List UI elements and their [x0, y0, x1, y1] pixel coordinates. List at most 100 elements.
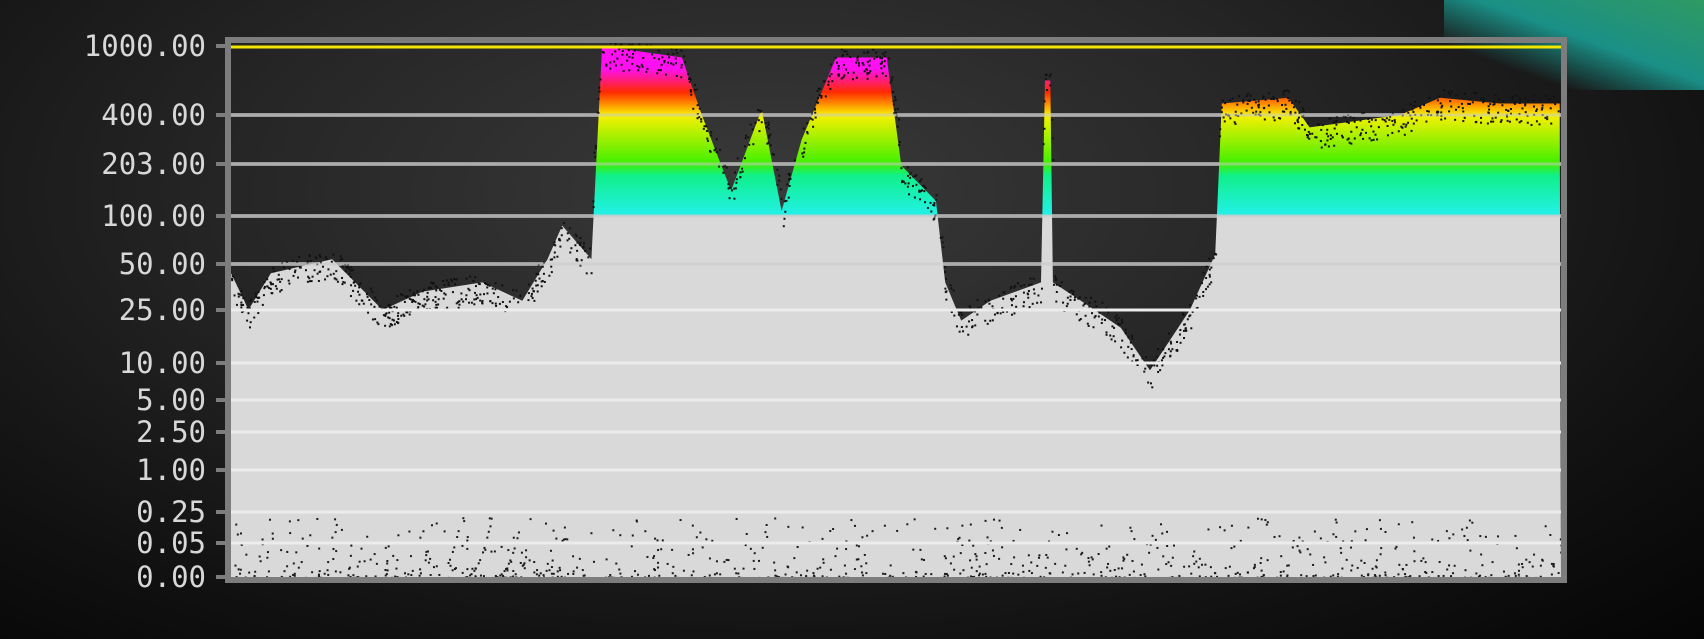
- waveform-speck: [942, 246, 945, 249]
- shadow-speck: [1193, 562, 1196, 565]
- waveform-speck: [894, 108, 897, 111]
- shadow-speck: [425, 550, 428, 553]
- shadow-speck: [462, 517, 465, 520]
- waveform-speck: [1083, 302, 1086, 305]
- waveform-speck: [1088, 305, 1091, 308]
- waveform-speck: [1285, 107, 1288, 110]
- shadow-speck: [871, 530, 874, 533]
- waveform-speck: [996, 311, 999, 314]
- waveform-speck: [1494, 94, 1497, 97]
- waveform-speck: [1027, 296, 1030, 299]
- waveform-speck: [1546, 118, 1549, 121]
- waveform-speck: [358, 293, 361, 296]
- shadow-speck: [311, 571, 314, 574]
- waveform-speck: [566, 239, 569, 242]
- waveform-speck: [1526, 121, 1529, 124]
- y-tick-label: 1.00: [136, 453, 206, 487]
- waveform-speck: [374, 296, 377, 299]
- shadow-speck: [1365, 528, 1368, 531]
- shadow-speck: [1227, 574, 1230, 577]
- waveform-speck: [538, 277, 541, 280]
- shadow-speck: [1413, 550, 1416, 553]
- waveform-speck: [530, 292, 533, 295]
- shadow-speck: [1233, 545, 1236, 548]
- shadow-speck: [1345, 558, 1348, 561]
- shadow-speck: [1312, 563, 1315, 566]
- shadow-speck: [1296, 545, 1299, 548]
- shadow-speck: [774, 517, 777, 520]
- waveform-speck: [688, 78, 691, 81]
- waveform-speck: [1511, 97, 1514, 100]
- waveform-speck: [747, 136, 750, 139]
- waveform-speck: [1190, 327, 1193, 330]
- shadow-speck: [471, 567, 474, 570]
- waveform-speck: [1072, 290, 1075, 293]
- shadow-speck: [432, 566, 435, 569]
- waveform-speck: [856, 59, 859, 62]
- waveform-speck: [341, 283, 344, 286]
- shadow-speck: [1484, 535, 1487, 538]
- waveform-speck: [491, 287, 494, 290]
- waveform-speck: [278, 278, 281, 281]
- shadow-speck: [1374, 565, 1377, 568]
- shadow-speck: [269, 518, 272, 521]
- shadow-speck: [866, 534, 869, 537]
- shadow-speck: [735, 572, 738, 575]
- shadow-speck: [1544, 525, 1547, 528]
- waveform-speck: [266, 278, 269, 281]
- waveform-speck: [1205, 277, 1208, 280]
- shadow-speck: [1219, 526, 1222, 529]
- shadow-speck: [239, 568, 242, 571]
- waveform-speck: [580, 259, 583, 262]
- waveform-speck: [888, 57, 891, 60]
- waveform-speck: [1340, 134, 1343, 137]
- waveform-speck: [739, 171, 742, 174]
- waveform-speck: [474, 285, 477, 288]
- shadow-speck: [447, 562, 450, 565]
- waveform-speck: [778, 179, 781, 182]
- waveform-speck: [788, 184, 791, 187]
- waveform-speck: [1374, 133, 1377, 136]
- waveform-speck: [1524, 111, 1527, 114]
- waveform-speck: [397, 321, 400, 324]
- shadow-speck: [795, 571, 798, 574]
- waveform-speck: [971, 325, 974, 328]
- shadow-speck: [658, 574, 661, 577]
- shadow-speck: [1128, 573, 1131, 576]
- waveform-speck: [1109, 334, 1112, 337]
- shadow-speck: [293, 572, 296, 575]
- waveform-speck: [395, 306, 398, 309]
- waveform-speck: [242, 297, 245, 300]
- shadow-speck: [536, 569, 539, 572]
- shadow-speck: [309, 534, 312, 537]
- waveform-speck: [1449, 100, 1452, 103]
- waveform-speck: [455, 278, 458, 281]
- waveform-speck: [714, 147, 717, 150]
- waveform-speck: [1325, 132, 1328, 135]
- waveform-speck: [816, 89, 819, 92]
- waveform-speck: [1454, 118, 1457, 121]
- waveform-speck: [868, 64, 871, 67]
- shadow-speck: [1418, 575, 1421, 578]
- waveform-speck: [1306, 134, 1309, 137]
- waveform-speck: [444, 293, 447, 296]
- waveform-speck: [473, 298, 476, 301]
- waveform-speck: [360, 299, 363, 302]
- waveform-speck: [596, 111, 599, 114]
- waveform-speck: [1015, 305, 1018, 308]
- shadow-speck: [692, 552, 695, 555]
- shadow-speck: [512, 551, 515, 554]
- shadow-speck: [566, 538, 569, 541]
- shadow-speck: [1422, 557, 1425, 560]
- waveform-speck: [824, 95, 827, 98]
- shadow-speck: [386, 569, 389, 572]
- waveform-speck: [952, 289, 955, 292]
- shadow-speck: [489, 525, 492, 528]
- waveform-speck: [1538, 123, 1541, 126]
- waveform-speck: [829, 63, 832, 66]
- waveform-speck: [855, 76, 858, 79]
- waveform-speck: [908, 173, 911, 176]
- waveform-speck: [875, 56, 878, 59]
- waveform-speck: [706, 139, 709, 142]
- waveform-speck: [1347, 137, 1350, 140]
